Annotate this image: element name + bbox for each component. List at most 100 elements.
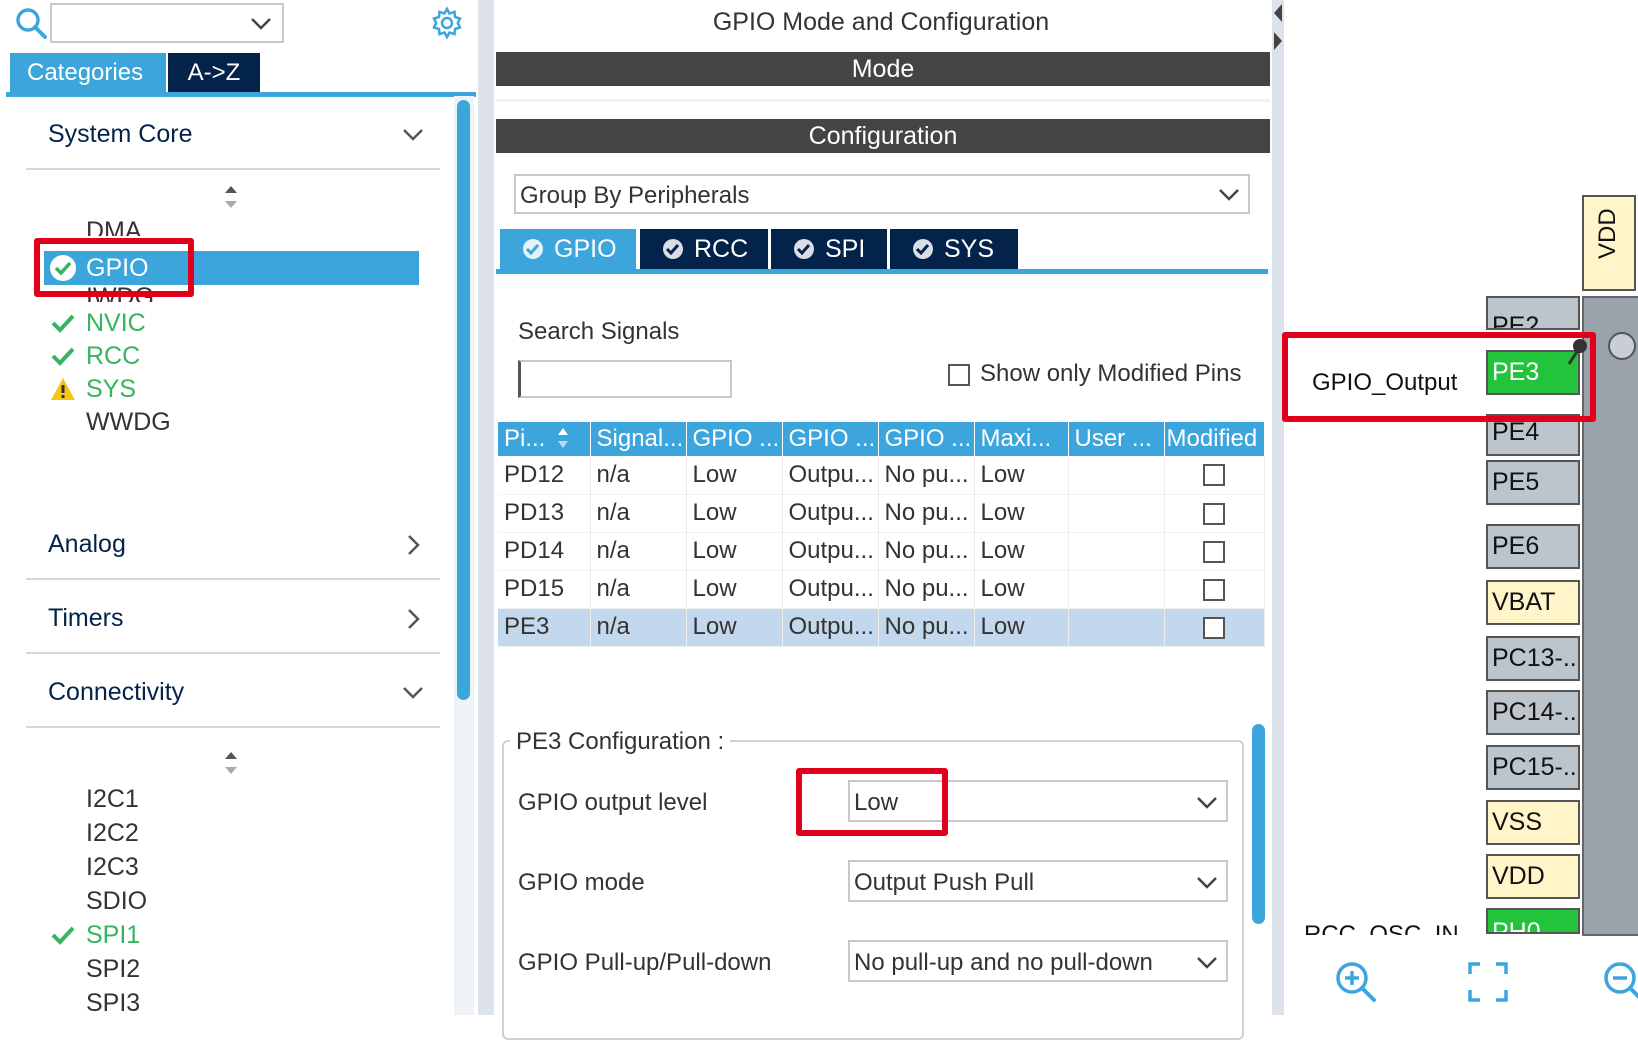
pin-vss[interactable]: VSS xyxy=(1486,800,1580,845)
col-signal-header[interactable]: Signal... xyxy=(590,422,687,456)
pin-pc13[interactable]: PC13-.. xyxy=(1486,636,1580,681)
col-max-speed-header[interactable]: Maxi... xyxy=(974,422,1069,456)
show-modified-checkbox[interactable] xyxy=(948,364,970,386)
group-by-value: Group By Peripherals xyxy=(520,182,750,209)
pin-ph0[interactable]: PH0 xyxy=(1486,908,1580,934)
section-label: Connectivity xyxy=(48,678,185,706)
chevron-down-icon xyxy=(1197,957,1217,969)
tree-item-sys[interactable]: SYS xyxy=(86,372,136,406)
pin1-marker xyxy=(1608,332,1636,360)
cell-user-label[interactable] xyxy=(1068,532,1165,571)
categories-panel: Categories A->Z System Core DMA GPIO IWD… xyxy=(0,0,476,1015)
table-row[interactable]: PD12 n/a Low Outpu... No pu... Low xyxy=(498,456,1265,495)
scrollbar-thumb[interactable] xyxy=(457,100,470,700)
table-row-selected[interactable]: PE3 n/a Low Outpu... No pu... Low xyxy=(498,608,1265,647)
tree-item-dma[interactable]: DMA xyxy=(86,214,142,236)
tree-item-nvic[interactable]: NVIC xyxy=(86,306,146,340)
cell-signal: n/a xyxy=(590,494,687,533)
section-system-core[interactable]: System Core xyxy=(26,104,440,170)
tab-spi[interactable]: SPI xyxy=(771,229,887,269)
col-pin-header[interactable]: Pi... xyxy=(498,422,591,456)
cell-mode: Outpu... xyxy=(782,494,879,533)
col-gpio-mode-header[interactable]: GPIO ... xyxy=(782,422,879,456)
tree-item-i2c3[interactable]: I2C3 xyxy=(86,850,139,884)
group-by-select[interactable]: Group By Peripherals xyxy=(514,174,1250,214)
section-connectivity[interactable]: Connectivity xyxy=(26,662,440,728)
tree-item-i2c1[interactable]: I2C1 xyxy=(86,782,139,816)
panel-divider-left[interactable] xyxy=(478,0,494,1015)
tree-item-sdio[interactable]: SDIO xyxy=(86,884,147,918)
tab-categories[interactable]: Categories xyxy=(10,53,166,92)
configuration-bar[interactable]: Configuration xyxy=(496,119,1270,153)
tab-rcc[interactable]: RCC xyxy=(640,229,768,269)
pin-vdd[interactable]: VDD xyxy=(1486,854,1580,899)
gear-icon[interactable] xyxy=(430,6,464,40)
chevron-down-icon xyxy=(251,18,271,30)
pin-vbat[interactable]: VBAT xyxy=(1486,580,1580,625)
tab-a-z[interactable]: A->Z xyxy=(168,53,260,92)
cell-level: Low xyxy=(686,494,783,533)
search-icon[interactable] xyxy=(14,6,48,40)
cell-speed: Low xyxy=(974,532,1069,571)
tab-label: RCC xyxy=(694,235,749,263)
table-row[interactable]: PD14 n/a Low Outpu... No pu... Low xyxy=(498,532,1265,571)
cell-mode: Outpu... xyxy=(782,456,879,495)
collapse-arrows-icon[interactable] xyxy=(1272,2,1284,54)
cell-modified xyxy=(1164,608,1265,647)
sort-arrows-icon[interactable] xyxy=(222,750,240,776)
tree-item-spi2[interactable]: SPI2 xyxy=(86,952,140,986)
cell-user-label[interactable] xyxy=(1068,570,1165,609)
cell-pin: PD13 xyxy=(498,494,591,533)
col-gpio-pull-header[interactable]: GPIO ... xyxy=(878,422,975,456)
pin-table: Pi... Signal... GPIO ... GPIO ... GPIO .… xyxy=(498,422,1265,647)
section-timers[interactable]: Timers xyxy=(26,588,440,654)
zoom-in-icon[interactable] xyxy=(1334,960,1378,1004)
cell-signal: n/a xyxy=(590,608,687,647)
tree-item-wwdg[interactable]: WWDG xyxy=(86,405,171,439)
pull-select[interactable]: No pull-up and no pull-down xyxy=(848,940,1228,982)
table-row[interactable]: PD15 n/a Low Outpu... No pu... Low xyxy=(498,570,1265,609)
cell-user-label[interactable] xyxy=(1068,456,1165,495)
modified-checkbox[interactable] xyxy=(1203,540,1225,563)
search-combo[interactable] xyxy=(50,3,284,43)
panel-divider-right[interactable] xyxy=(1272,0,1284,1015)
section-analog[interactable]: Analog xyxy=(26,514,440,580)
modified-checkbox[interactable] xyxy=(1203,578,1225,601)
tree-item-i2c2[interactable]: I2C2 xyxy=(86,816,139,850)
pin-vdd-top[interactable]: VDD xyxy=(1582,195,1636,291)
pin-pe2[interactable]: PE2 xyxy=(1486,296,1580,330)
highlight-pe3-pin xyxy=(1282,332,1596,422)
modified-checkbox[interactable] xyxy=(1203,616,1225,639)
pull-value: No pull-up and no pull-down xyxy=(854,949,1153,976)
check-circle-icon xyxy=(794,239,814,259)
mode-bar[interactable]: Mode xyxy=(496,52,1270,86)
cell-modified xyxy=(1164,532,1265,571)
pin-pc14[interactable]: PC14-.. xyxy=(1486,690,1580,735)
pin-pe6[interactable]: PE6 xyxy=(1486,524,1580,569)
pin-pe5[interactable]: PE5 xyxy=(1486,460,1580,505)
config-scrollbar[interactable] xyxy=(1252,724,1265,924)
table-row[interactable]: PD13 n/a Low Outpu... No pu... Low xyxy=(498,494,1265,533)
cell-user-label[interactable] xyxy=(1068,608,1165,647)
tree-item-rcc[interactable]: RCC xyxy=(86,339,140,373)
tree-item-spi3[interactable]: SPI3 xyxy=(86,986,140,1015)
ph0-signal-label[interactable]: RCC_OSC_IN xyxy=(1304,921,1459,935)
tab-sys[interactable]: SYS xyxy=(890,229,1018,269)
fit-to-screen-icon[interactable] xyxy=(1466,960,1510,1004)
col-gpio-level-header[interactable]: GPIO ... xyxy=(686,422,783,456)
tab-label: GPIO xyxy=(554,235,617,263)
pin-pc15[interactable]: PC15-.. xyxy=(1486,745,1580,790)
tree-item-spi1[interactable]: SPI1 xyxy=(86,918,140,952)
col-user-label-header[interactable]: User ... xyxy=(1068,422,1165,456)
search-signals-input[interactable] xyxy=(518,360,732,398)
cell-user-label[interactable] xyxy=(1068,494,1165,533)
tab-gpio[interactable]: GPIO xyxy=(500,229,636,269)
gpio-mode-select[interactable]: Output Push Pull xyxy=(848,860,1228,902)
cell-pin: PD14 xyxy=(498,532,591,571)
modified-checkbox[interactable] xyxy=(1203,502,1225,525)
modified-checkbox[interactable] xyxy=(1203,464,1225,487)
zoom-out-icon[interactable] xyxy=(1600,960,1638,1004)
chevron-down-icon xyxy=(1219,189,1239,201)
sort-arrows-icon[interactable] xyxy=(222,184,240,210)
col-modified-header[interactable]: Modified xyxy=(1164,422,1265,456)
